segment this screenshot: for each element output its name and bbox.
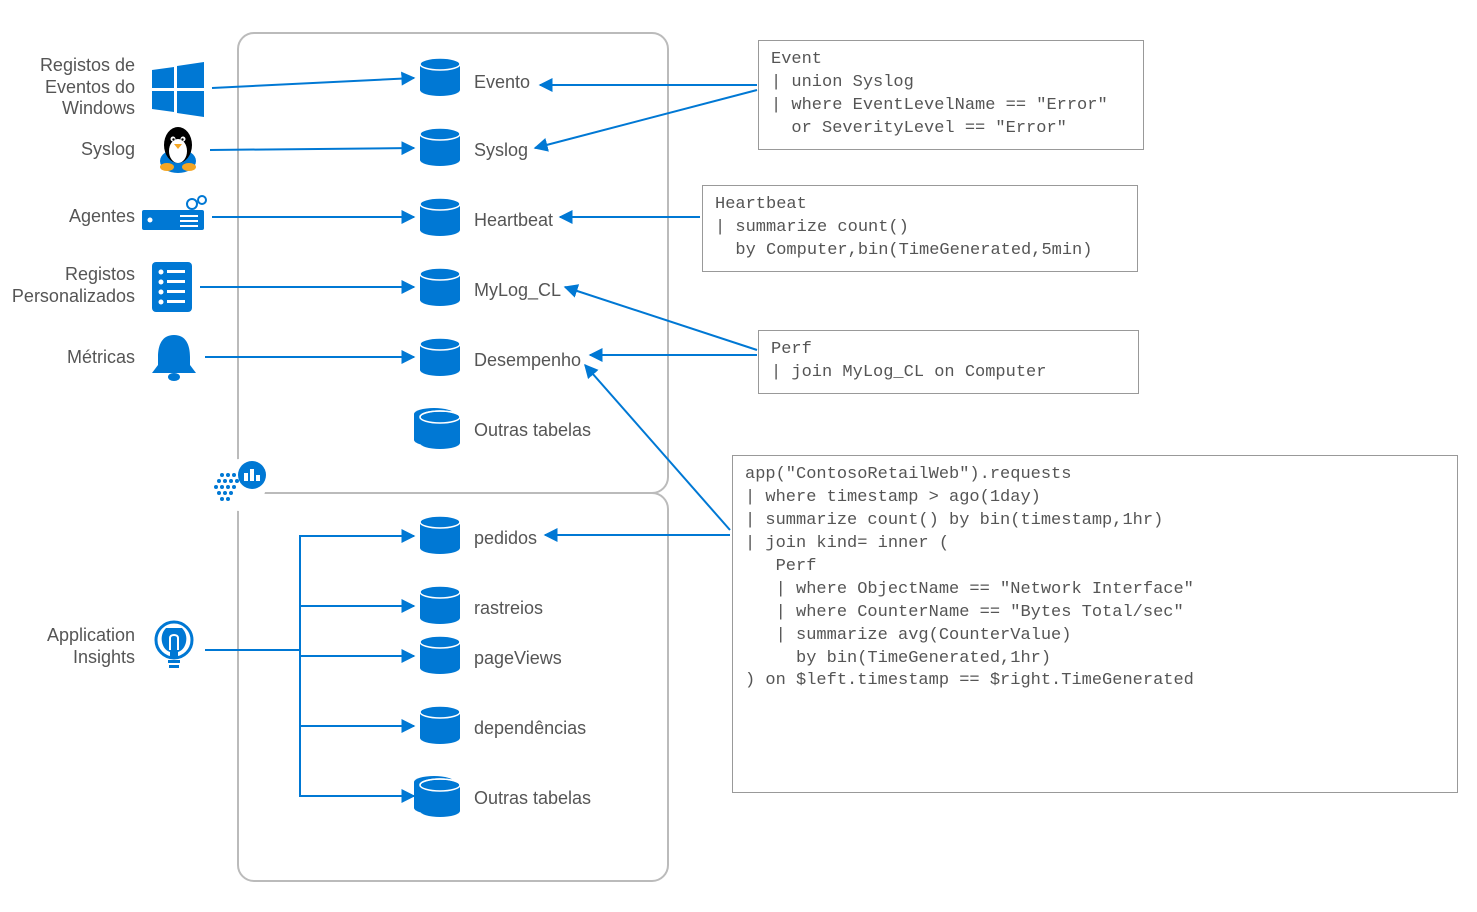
server-icon [142, 196, 206, 230]
table-label-mylog: MyLog_CL [474, 280, 561, 301]
table-label-traces: rastreios [474, 598, 543, 619]
source-label-windows: Registos de Eventos do Windows [10, 55, 135, 120]
table-label-deps: dependências [474, 718, 586, 739]
bell-icon [152, 335, 196, 381]
database-icon [420, 58, 460, 96]
database-stack-icon [414, 776, 460, 817]
source-label-custom: Registos Personalizados [10, 264, 135, 307]
database-icon [420, 586, 460, 624]
windows-logo-icon [152, 62, 204, 117]
database-icon [420, 636, 460, 674]
table-label-heartbeat: Heartbeat [474, 210, 553, 231]
table-label-perf: Desempenho [474, 350, 581, 371]
query-box-event: Event | union Syslog | where EventLevelN… [758, 40, 1144, 150]
query-arrows [535, 85, 757, 535]
table-label-syslog: Syslog [474, 140, 528, 161]
query-box-appinsights: app("ContosoRetailWeb").requests | where… [732, 455, 1458, 793]
list-icon [152, 262, 192, 312]
log-analytics-badge-icon [214, 459, 266, 511]
database-icon [420, 198, 460, 236]
table-label-pageviews: pageViews [474, 648, 562, 669]
query-box-perf: Perf | join MyLog_CL on Computer [758, 330, 1139, 394]
database-icon [420, 706, 460, 744]
source-label-agents: Agentes [10, 206, 135, 228]
database-icon [420, 268, 460, 306]
source-label-appinsights: Application Insights [10, 625, 135, 668]
table-label-event: Evento [474, 72, 530, 93]
query-box-heartbeat: Heartbeat | summarize count() by Compute… [702, 185, 1138, 272]
lightbulb-icon [156, 622, 192, 668]
database-stack-icon [414, 408, 460, 449]
table-label-requests: pedidos [474, 528, 537, 549]
source-arrows [200, 78, 414, 796]
source-label-syslog: Syslog [10, 139, 135, 161]
table-label-other1: Outras tabelas [474, 420, 591, 441]
database-icon [420, 516, 460, 554]
table-label-other2: Outras tabelas [474, 788, 591, 809]
source-label-metrics: Métricas [10, 347, 135, 369]
linux-penguin-icon [160, 127, 196, 173]
database-icon [420, 128, 460, 166]
database-icon [420, 338, 460, 376]
